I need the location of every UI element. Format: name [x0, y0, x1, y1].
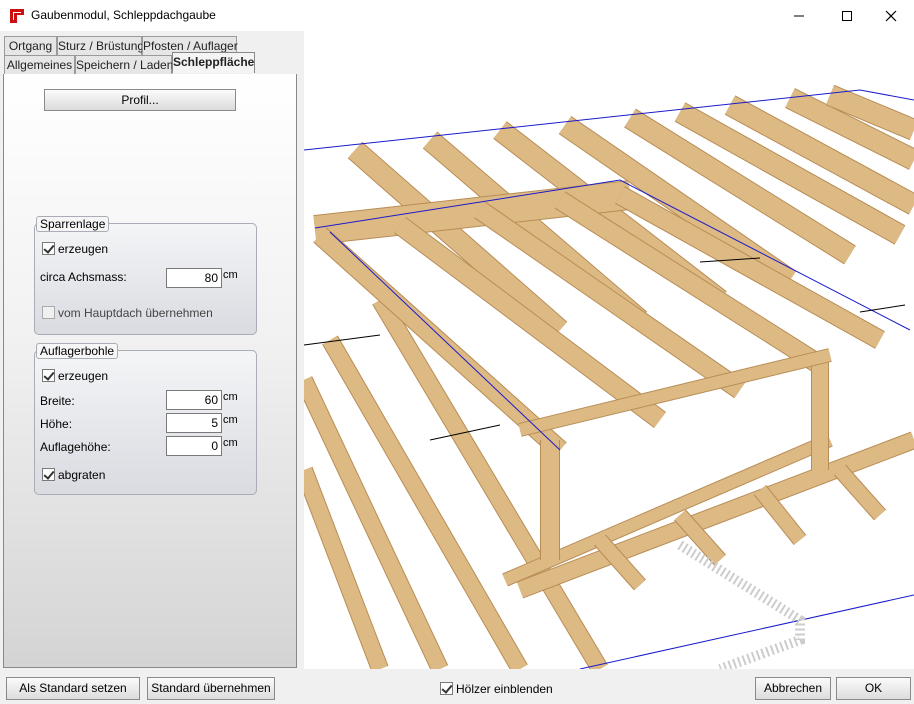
window-title: Gaubenmodul, Schleppdachgaube — [31, 8, 216, 22]
tab-ortgang[interactable]: Ortgang — [4, 36, 57, 55]
hoelzer-checkbox[interactable] — [440, 682, 453, 695]
3d-viewport[interactable] — [304, 31, 914, 669]
achsmass-input[interactable]: 80 — [166, 268, 222, 288]
app-icon — [9, 8, 25, 24]
tab-allgemeines[interactable]: Allgemeines — [4, 55, 75, 74]
hoehe-label: Höhe: — [40, 417, 73, 431]
auflagehoehe-unit: cm — [223, 437, 238, 449]
tab-schleppflaeche[interactable]: Schleppfläche — [172, 52, 255, 73]
breite-label: Breite: — [40, 394, 75, 408]
ok-button[interactable]: OK — [836, 677, 911, 700]
minimize-icon — [794, 15, 804, 16]
minimize-button[interactable] — [776, 0, 822, 31]
abgraten-checkbox[interactable] — [42, 468, 55, 481]
auflagehoehe-input[interactable]: 0 — [166, 436, 222, 456]
achsmass-label: circa Achsmass: — [40, 270, 127, 284]
close-button[interactable] — [868, 0, 914, 31]
breite-unit: cm — [223, 391, 238, 403]
breite-input[interactable]: 60 — [166, 390, 222, 410]
sparrenlage-erzeugen-label: erzeugen — [58, 242, 109, 256]
hauptdach-label: vom Hauptdach übernehmen — [58, 306, 213, 320]
dormer-sill — [518, 349, 832, 436]
standard-uebernehmen-button[interactable]: Standard übernehmen — [147, 677, 275, 700]
auflagerbohle-erzeugen-checkbox[interactable] — [42, 369, 55, 382]
dormer-3d-model — [304, 84, 914, 669]
ghost-beam — [677, 540, 805, 669]
auflagehoehe-label: Auflagehöhe: — [40, 440, 111, 454]
sparrenlage-title: Sparrenlage — [36, 216, 110, 232]
auflagerbohle-title: Auflagerbohle — [36, 343, 119, 359]
maximize-button[interactable] — [824, 0, 870, 31]
hoehe-unit: cm — [223, 414, 238, 426]
maximize-icon — [842, 10, 852, 21]
tab-sturz-bruestung[interactable]: Sturz / Brüstung — [57, 36, 144, 55]
profil-button[interactable]: Profil... — [44, 89, 236, 111]
dimension-line — [859, 304, 906, 313]
hoelzer-label: Hölzer einblenden — [456, 682, 553, 696]
hauptdach-checkbox[interactable] — [42, 306, 55, 319]
hoehe-input[interactable]: 5 — [166, 413, 222, 433]
abbrechen-button[interactable]: Abbrechen — [755, 677, 831, 700]
close-icon — [885, 10, 897, 21]
tab-speichern-laden[interactable]: Speichern / Laden — [75, 55, 173, 74]
rafter-end — [834, 465, 886, 520]
abgraten-label: abgraten — [58, 468, 106, 482]
sparrenlage-erzeugen-checkbox[interactable] — [42, 242, 55, 255]
auflagerbohle-erzeugen-label: erzeugen — [58, 369, 109, 383]
eave-beam — [517, 432, 914, 598]
roof-outline-bottom — [579, 594, 914, 669]
achsmass-unit: cm — [223, 269, 238, 281]
als-standard-button[interactable]: Als Standard setzen — [6, 677, 140, 700]
title-bar: Gaubenmodul, Schleppdachgaube — [0, 0, 914, 31]
